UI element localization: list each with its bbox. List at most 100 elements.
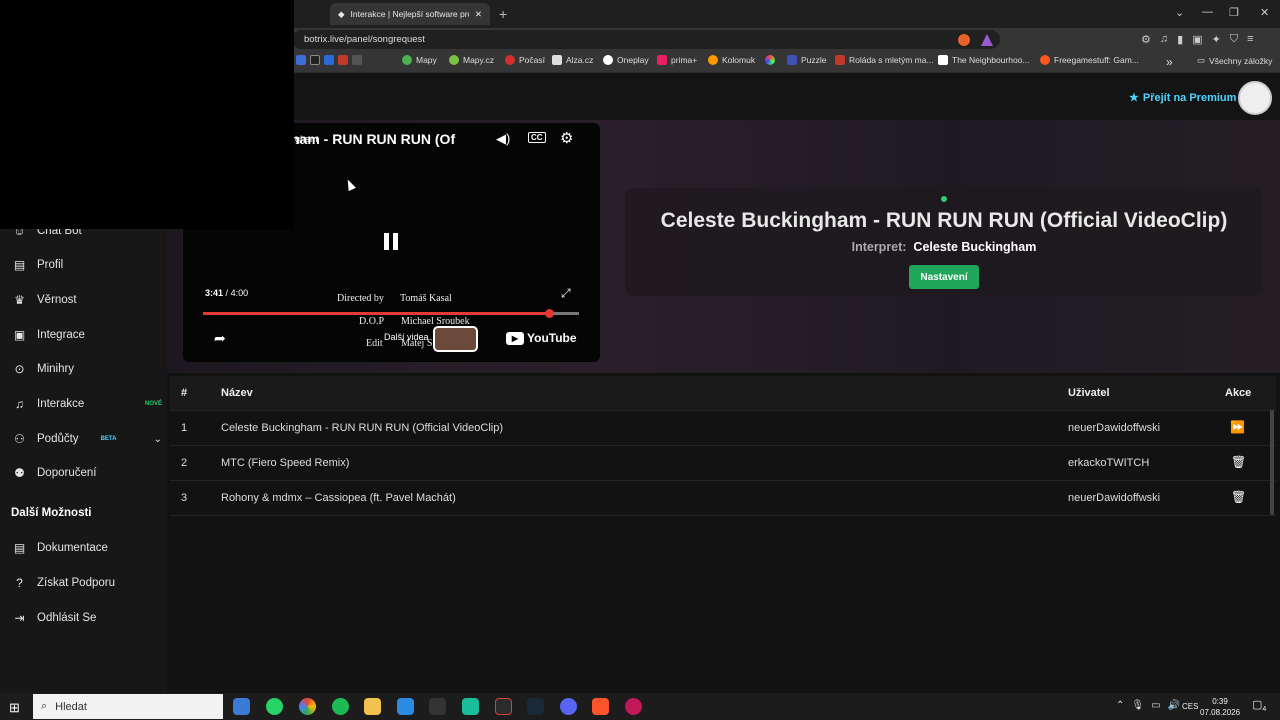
app-g-icon[interactable]: [429, 698, 446, 715]
sidebar-item-profil[interactable]: ▤ Profil: [12, 258, 162, 272]
skip-icon[interactable]: ⏩: [1230, 420, 1245, 434]
whatsapp-icon[interactable]: [266, 698, 283, 715]
more-bookmarks-icon[interactable]: »: [1166, 55, 1173, 69]
tab-list-icon[interactable]: ⌄: [1175, 6, 1184, 19]
bookmark-puzzle[interactable]: Puzzle: [787, 55, 827, 65]
sidebar-item-label: Interakce: [37, 398, 85, 410]
bookmark-kolomuk[interactable]: Kolomuk: [708, 55, 755, 65]
bookmark-mapy[interactable]: Mapy: [402, 55, 437, 65]
network-icon[interactable]: ▭: [1151, 700, 1160, 711]
webcam-overlay: [0, 0, 294, 229]
mic-icon[interactable]: 🎙: [1131, 700, 1144, 711]
search-icon: ⌕: [41, 700, 48, 712]
bookmark-label: Mapy.cz: [463, 55, 495, 65]
progress-handle[interactable]: [544, 309, 554, 318]
fullscreen-icon[interactable]: ⤢: [561, 286, 571, 301]
video-credit: Directed by: [337, 293, 384, 304]
sidebar-item-podpora[interactable]: ? Získat Podporu: [12, 576, 162, 590]
sidebar-item-label: Doporučení: [37, 467, 97, 479]
brave-shields-icon[interactable]: [958, 34, 970, 46]
menu-icon[interactable]: ≡: [1247, 33, 1253, 46]
restore-icon[interactable]: ❐: [1229, 6, 1239, 19]
settings-button[interactable]: Nastavení: [909, 265, 979, 289]
maps-pin-icon[interactable]: [625, 698, 642, 715]
video-credit: Edit: [366, 338, 383, 349]
taskbar-search[interactable]: ⌕ Hledat: [33, 694, 223, 719]
share-icon[interactable]: ➦: [214, 330, 226, 347]
more-videos-label[interactable]: Další videa: [384, 332, 429, 342]
play-icon: ▶: [506, 331, 524, 345]
sidebar-item-poducty[interactable]: ⚇ Podůčty BETA ⌄: [12, 432, 162, 446]
minimize-icon[interactable]: —: [1202, 6, 1213, 18]
row-user: neuerDawidoffwski: [1068, 422, 1161, 434]
pause-icon[interactable]: [384, 233, 398, 250]
time-current: 3:41: [205, 288, 224, 298]
sidebar-toggle-icon[interactable]: ▮: [1177, 33, 1183, 46]
bookmark-mapycz[interactable]: Mapy.cz: [449, 55, 494, 65]
browser-tab[interactable]: ◆ Interakce | Nejlepší software pro ✕: [330, 3, 490, 25]
bookmark-alza[interactable]: Alza.cz: [552, 55, 593, 65]
avatar[interactable]: [1238, 81, 1272, 115]
chrome-icon[interactable]: [299, 698, 316, 715]
premium-link[interactable]: ★ Přejít na Premium: [1129, 91, 1236, 105]
youtube-logo[interactable]: ▶ YouTube: [506, 331, 577, 345]
logout-icon: ⇥: [14, 611, 25, 625]
settings-gear-icon[interactable]: ⚙: [560, 129, 573, 147]
chevron-down-icon[interactable]: ⌄: [154, 434, 162, 445]
bookmark-prima[interactable]: prima+: [657, 55, 697, 65]
bookmark-color[interactable]: [765, 55, 775, 65]
task-view-icon[interactable]: [233, 698, 250, 715]
table-scrollbar[interactable]: [1270, 410, 1274, 515]
bookmark-rolada[interactable]: Roláda s mletým ma...: [835, 55, 934, 65]
table-row: 3 Rohony & mdmx – Cassiopea (ft. Pavel M…: [170, 481, 1276, 516]
trash-icon[interactable]: 🗑: [1231, 455, 1246, 469]
file-explorer-icon[interactable]: [364, 698, 381, 715]
bookmark-icons[interactable]: [296, 55, 362, 65]
chevron-up-icon[interactable]: ⌃: [1116, 700, 1124, 711]
steam-icon[interactable]: [527, 698, 544, 715]
trash-icon[interactable]: 🗑: [1231, 490, 1246, 504]
tray-icons[interactable]: ⌃ 🎙 ▭ 🔊: [1116, 700, 1180, 711]
sidebar-item-interakce[interactable]: ♫ Interakce NOVÉ: [12, 397, 162, 411]
language-indicator[interactable]: CES: [1182, 702, 1198, 711]
volume-icon[interactable]: ◀): [496, 131, 510, 147]
word-app-icon[interactable]: [397, 698, 414, 715]
sidebar-item-vernost[interactable]: ♛ Věrnost: [12, 293, 162, 307]
spotify-icon[interactable]: [332, 698, 349, 715]
extensions-icon[interactable]: ⚙: [1141, 33, 1151, 46]
captions-icon[interactable]: CC: [528, 132, 546, 143]
vpn-icon[interactable]: ⛉: [1230, 33, 1238, 46]
all-bookmarks[interactable]: ▭ Všechny záložky: [1197, 55, 1272, 66]
close-window-icon[interactable]: ✕: [1260, 6, 1269, 19]
help-icon: ?: [16, 576, 23, 590]
video-channel: gham: [295, 134, 318, 144]
sidebar-item-odhlasit[interactable]: ⇥ Odhlásit Se: [12, 611, 162, 625]
row-user: erkackoTWITCH: [1068, 457, 1150, 469]
sidebar-item-doporuceni[interactable]: ⚉ Doporučení: [12, 466, 162, 480]
leo-icon[interactable]: ✦: [1212, 33, 1221, 46]
bookmark-oneplay[interactable]: Oneplay: [603, 55, 649, 65]
new-tab-icon[interactable]: +: [499, 6, 507, 22]
table-header: # Název Uživatel Akce: [170, 376, 1276, 411]
bookmark-pocasi[interactable]: Počasí: [505, 55, 545, 65]
speaker-icon[interactable]: 🔊: [1168, 700, 1180, 711]
sidebar-item-dokumentace[interactable]: ▤ Dokumentace: [12, 541, 162, 555]
folder-icon: ▭: [1197, 55, 1206, 65]
bookmark-neighbourhood[interactable]: The Neighbourhoo...: [938, 55, 1030, 65]
discord-icon[interactable]: [560, 698, 577, 715]
clock[interactable]: 0:39 07.08.2026: [1200, 696, 1240, 718]
notification-icon[interactable]: ▢4: [1252, 698, 1266, 713]
more-videos-thumbnail[interactable]: [433, 326, 478, 352]
brave-icon[interactable]: [592, 698, 609, 715]
app-calc-icon[interactable]: [462, 698, 479, 715]
sidebar-item-minihry[interactable]: ⊙ Minihry: [12, 362, 162, 376]
bookmark-label: Puzzle: [801, 55, 827, 65]
windows-start-icon[interactable]: ⊞: [9, 700, 20, 716]
close-tab-icon[interactable]: ✕: [475, 9, 482, 20]
sidebar-item-integrace[interactable]: ▣ Integrace: [12, 328, 162, 342]
address-bar[interactable]: botrix.live/panel/songrequest: [292, 30, 1000, 49]
media-icon[interactable]: ♫: [1160, 33, 1168, 46]
app-obs-icon[interactable]: [495, 698, 512, 715]
wallet-icon[interactable]: ▣: [1192, 33, 1202, 46]
bookmark-freegamestuff[interactable]: Freegamestuff: Gam...: [1040, 55, 1139, 65]
